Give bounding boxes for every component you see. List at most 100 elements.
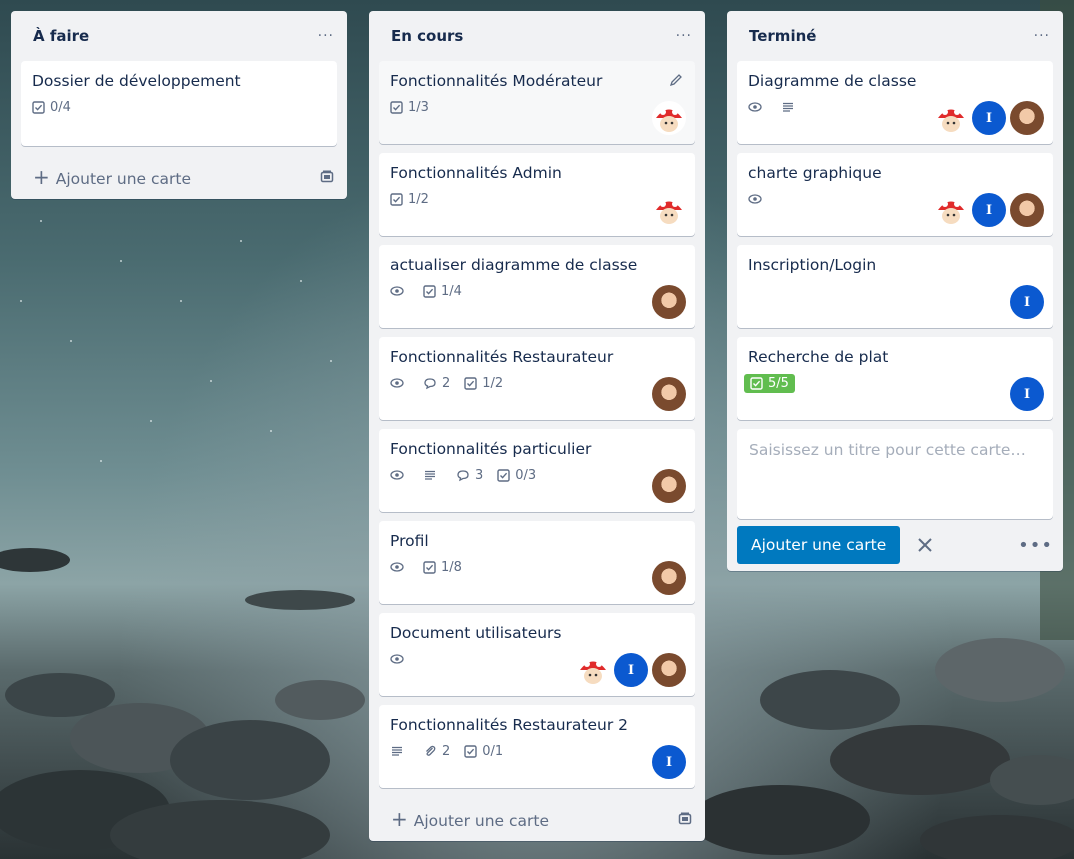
card-title: Document utilisateurs	[390, 624, 562, 642]
checklist-badge: 1/4	[423, 284, 462, 299]
card-members: I	[572, 653, 686, 687]
watching-badge	[390, 376, 409, 390]
eye-icon	[390, 470, 404, 480]
list-title[interactable]: Terminé	[749, 27, 816, 45]
watching-badge	[390, 652, 409, 666]
mushroom-avatar[interactable]	[652, 101, 686, 135]
new-card-title-input[interactable]	[749, 439, 1041, 499]
card-title: Inscription/Login	[748, 256, 877, 274]
list-header: En cours ···	[369, 11, 705, 61]
card[interactable]: Document utilisateurs I	[379, 613, 695, 696]
card[interactable]: Diagramme de classe I	[737, 61, 1053, 144]
checklist-badge: 0/4	[32, 100, 71, 115]
card-members	[648, 469, 686, 503]
member-photo-avatar[interactable]	[652, 469, 686, 503]
member-initial-avatar[interactable]: I	[972, 193, 1006, 227]
mushroom-avatar[interactable]	[934, 101, 968, 135]
more-options-icon[interactable]: •••	[1018, 535, 1053, 556]
member-initial-avatar[interactable]: I	[1010, 285, 1044, 319]
edit-pencil-icon[interactable]	[669, 73, 683, 87]
card-template-icon[interactable]	[678, 812, 692, 826]
card[interactable]: Fonctionnalités Admin 1/2	[379, 153, 695, 236]
card-members	[648, 101, 686, 135]
card-title: Profil	[390, 532, 429, 550]
card-members: I	[930, 101, 1044, 135]
checklist-badge: 0/3	[497, 468, 536, 483]
card-template-icon[interactable]	[320, 170, 334, 184]
paperclip-icon	[426, 745, 436, 756]
card-members	[648, 377, 686, 411]
checklist-icon	[390, 192, 403, 206]
member-initial-avatar[interactable]: I	[652, 745, 686, 779]
comment-icon	[424, 378, 436, 390]
card-members: I	[648, 745, 686, 779]
list-termine: Terminé ··· Diagramme de classe I charte…	[727, 11, 1063, 571]
mushroom-avatar[interactable]	[652, 193, 686, 227]
checklist-badge: 1/2	[390, 192, 429, 207]
checklist-complete-badge: 5/5	[744, 373, 795, 393]
card-title: Fonctionnalités particulier	[390, 440, 592, 458]
plus-icon: +	[391, 807, 408, 831]
eye-icon	[748, 194, 762, 204]
list-menu-icon[interactable]: ···	[676, 28, 692, 44]
card-members: I	[1006, 377, 1044, 411]
card-title: Dossier de développement	[32, 72, 241, 90]
card[interactable]: actualiser diagramme de classe 1/4	[379, 245, 695, 328]
card-title: actualiser diagramme de classe	[390, 256, 638, 274]
description-icon	[392, 746, 402, 756]
card-members: I	[1006, 285, 1044, 319]
card[interactable]: Profil 1/8	[379, 521, 695, 604]
close-icon[interactable]	[916, 536, 934, 554]
checklist-badge: 1/2	[464, 376, 503, 391]
list-a-faire: À faire ··· Dossier de développement 0/4…	[11, 11, 347, 199]
add-card-submit-button[interactable]: Ajouter une carte	[737, 526, 901, 564]
card[interactable]: Inscription/Login I	[737, 245, 1053, 328]
card[interactable]: Recherche de plat 5/5 I	[737, 337, 1053, 420]
checklist-icon	[390, 100, 403, 114]
member-photo-avatar[interactable]	[652, 653, 686, 687]
member-photo-avatar[interactable]	[652, 377, 686, 411]
member-photo-avatar[interactable]	[652, 561, 686, 595]
checklist-icon	[497, 468, 510, 482]
description-badge	[423, 468, 442, 482]
list-header: À faire ···	[11, 11, 347, 61]
member-photo-avatar[interactable]	[1010, 101, 1044, 135]
eye-icon	[390, 378, 404, 388]
checklist-badge: 0/1	[464, 744, 503, 759]
card-title: charte graphique	[748, 164, 882, 182]
list-title[interactable]: À faire	[33, 27, 89, 45]
card[interactable]: Fonctionnalités Restaurateur 2 2 0/1 I	[379, 705, 695, 788]
card-members	[648, 285, 686, 319]
plus-icon: +	[33, 165, 50, 189]
card[interactable]: Fonctionnalités particulier 3 0/3	[379, 429, 695, 512]
member-initial-avatar[interactable]: I	[614, 653, 648, 687]
card[interactable]: Dossier de développement 0/4	[21, 61, 337, 146]
watching-badge	[390, 560, 409, 574]
attachments-badge: 2	[423, 744, 450, 759]
member-photo-avatar[interactable]	[1010, 193, 1044, 227]
member-photo-avatar[interactable]	[652, 285, 686, 319]
description-icon	[425, 470, 435, 480]
checklist-icon	[464, 744, 477, 758]
card[interactable]: Fonctionnalités Restaurateur 2 1/2	[379, 337, 695, 420]
member-initial-avatar[interactable]: I	[1010, 377, 1044, 411]
mushroom-avatar[interactable]	[576, 653, 610, 687]
eye-icon	[390, 286, 404, 296]
checklist-icon	[750, 376, 763, 390]
mushroom-avatar[interactable]	[934, 193, 968, 227]
checklist-icon	[464, 376, 477, 390]
list-title[interactable]: En cours	[391, 27, 463, 45]
comments-badge: 3	[456, 468, 483, 483]
member-initial-avatar[interactable]: I	[972, 101, 1006, 135]
list-header: Terminé ···	[727, 11, 1063, 61]
list-menu-icon[interactable]: ···	[1034, 28, 1050, 44]
card[interactable]: charte graphique I	[737, 153, 1053, 236]
add-card-button[interactable]: + Ajouter une carte	[11, 155, 347, 199]
add-card-button[interactable]: + Ajouter une carte	[369, 797, 705, 841]
composer-controls: Ajouter une carte •••	[727, 519, 1063, 571]
list-menu-icon[interactable]: ···	[318, 28, 334, 44]
description-icon	[783, 102, 793, 112]
watching-badge	[748, 192, 767, 206]
card-title: Recherche de plat	[748, 348, 889, 366]
card[interactable]: Fonctionnalités Modérateur 1/3	[379, 61, 695, 144]
